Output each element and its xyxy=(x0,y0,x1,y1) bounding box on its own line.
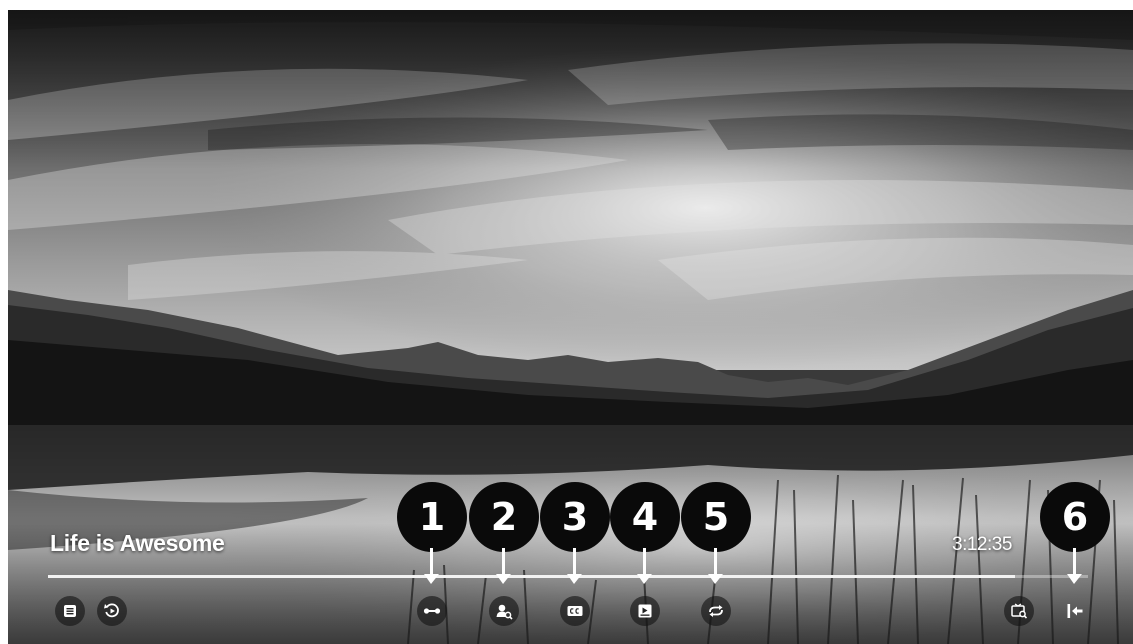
cc-icon xyxy=(567,606,583,616)
video-title: Life is Awesome xyxy=(50,530,225,556)
user-profile-button[interactable] xyxy=(489,596,519,626)
exit-icon xyxy=(1067,604,1083,618)
progress-bar-fill xyxy=(48,575,1016,578)
user-search-icon xyxy=(496,604,513,620)
repeat-icon xyxy=(709,605,723,617)
playlist-icon xyxy=(64,605,76,617)
scene-search-icon xyxy=(1011,603,1028,619)
replay-icon xyxy=(104,603,119,618)
progress-bar[interactable] xyxy=(48,575,1088,578)
picture-button[interactable] xyxy=(630,596,660,626)
exit-button[interactable] xyxy=(1060,596,1090,626)
replay-button[interactable] xyxy=(97,596,127,626)
playlist-button[interactable] xyxy=(55,596,85,626)
video-player[interactable]: Life is Awesome 3:12:35 1 2 3 4 5 6 xyxy=(8,10,1133,644)
elapsed-time: 3:12:35 xyxy=(952,534,1012,555)
repeat-button[interactable] xyxy=(701,596,731,626)
picture-icon xyxy=(638,604,652,618)
subtitles-button[interactable] xyxy=(560,596,590,626)
link-icon xyxy=(423,608,441,614)
scene-search-button[interactable] xyxy=(1004,596,1034,626)
ab-repeat-button[interactable] xyxy=(417,596,447,626)
